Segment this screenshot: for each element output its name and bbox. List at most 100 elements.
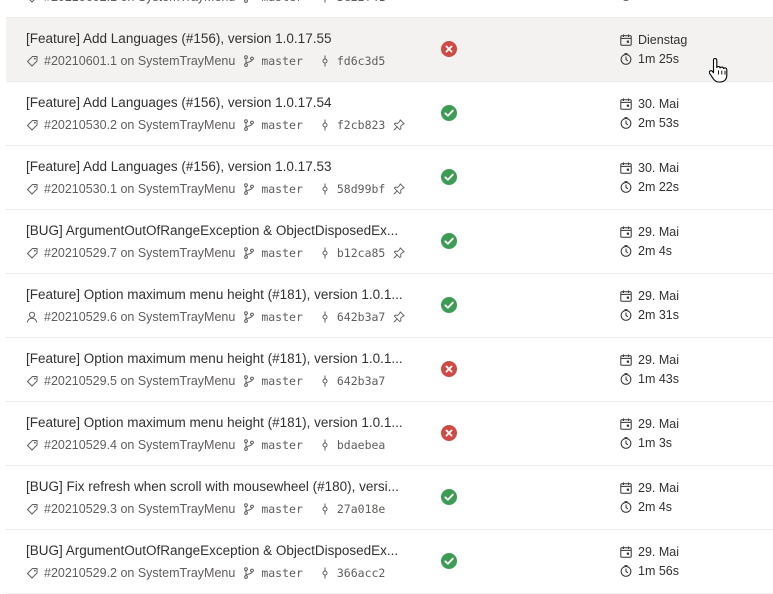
branch-name: master xyxy=(261,182,303,196)
branch-icon xyxy=(243,567,255,579)
date-text: 29. Mai xyxy=(638,481,679,495)
pipeline-run-row[interactable]: [BUG] ArgumentOutOfRangeException & Obje… xyxy=(6,530,773,594)
success-icon xyxy=(441,489,457,505)
run-duration: 1m 3s xyxy=(620,436,672,450)
success-icon xyxy=(441,233,457,249)
pipeline-run-row[interactable]: [BUG] ArgumentOutOfRangeException & Obje… xyxy=(6,210,773,274)
commit-hash: 27a018e xyxy=(337,502,385,516)
calendar-icon xyxy=(620,290,632,302)
pipeline-run-row[interactable]: [Feature] Add Languages (#156), version … xyxy=(6,82,773,146)
commit-group: 366acc2 xyxy=(319,566,385,580)
branch-icon xyxy=(243,183,255,195)
failure-icon xyxy=(441,41,457,57)
commit-hash: 58d99bf xyxy=(337,182,385,196)
date-text: 29. Mai xyxy=(638,225,679,239)
run-duration: 1m 56s xyxy=(620,564,679,578)
run-title[interactable]: [Feature] Add Languages (#156), version … xyxy=(26,31,426,46)
run-duration: 1m 30s xyxy=(620,0,679,2)
pin-icon[interactable] xyxy=(393,311,405,323)
run-title[interactable]: [Feature] Add Languages (#156), version … xyxy=(26,159,426,174)
run-date: Dienstag xyxy=(620,33,687,47)
hand-pointer-icon xyxy=(709,57,729,83)
date-text: 29. Mai xyxy=(638,353,679,367)
pipeline-run-row[interactable]: [Feature] Option maximum menu height (#1… xyxy=(6,402,773,466)
person-icon xyxy=(26,311,38,323)
run-title[interactable]: [Feature] Option maximum menu height (#1… xyxy=(26,351,426,366)
run-id-group: #20210529.4 on SystemTrayMenu xyxy=(26,438,243,452)
run-title[interactable]: [Feature] Option maximum menu height (#1… xyxy=(26,287,426,302)
pipeline-run-row[interactable]: [Feature] Add Languages (#156), version … xyxy=(6,146,773,210)
run-meta: #20210601.1 on SystemTrayMenumasterfd6c3… xyxy=(26,54,385,68)
status-failed xyxy=(441,361,457,377)
calendar-icon xyxy=(620,354,632,366)
run-duration: 1m 43s xyxy=(620,372,679,386)
run-duration: 1m 25s xyxy=(620,52,679,66)
branch-name: master xyxy=(261,438,303,452)
commit-group: 642b3a7 xyxy=(319,310,385,324)
commit-icon xyxy=(319,503,331,515)
commit-hash: bdaebea xyxy=(337,438,385,452)
commit-hash: f2cb823 xyxy=(337,118,385,132)
run-meta: #20210529.2 on SystemTrayMenumaster366ac… xyxy=(26,566,385,580)
run-date: 29. Mai xyxy=(620,289,679,303)
status-succeeded xyxy=(441,233,457,249)
branch-group: master xyxy=(243,246,303,260)
run-id-group: #20210602.1 on SystemTrayMenu xyxy=(26,0,243,4)
commit-group: 27a018e xyxy=(319,502,385,516)
run-date: 30. Mai xyxy=(620,161,679,175)
branch-name: master xyxy=(261,118,303,132)
duration-text: 2m 4s xyxy=(638,244,672,258)
pin-icon[interactable] xyxy=(393,247,405,259)
clock-icon xyxy=(620,245,632,257)
run-title[interactable]: [Feature] Option maximum menu height (#1… xyxy=(26,415,426,430)
run-id-group: #20210529.6 on SystemTrayMenu xyxy=(26,310,243,324)
pipeline-run-row[interactable]: [Feature] Add Languages (#156), version … xyxy=(6,0,773,18)
status-succeeded xyxy=(441,489,457,505)
commit-icon xyxy=(319,567,331,579)
commit-hash: b12ca85 xyxy=(337,246,385,260)
date-text: 29. Mai xyxy=(638,289,679,303)
duration-text: 2m 31s xyxy=(638,308,679,322)
status-succeeded xyxy=(441,553,457,569)
pin-icon[interactable] xyxy=(393,183,405,195)
calendar-icon xyxy=(620,98,632,110)
commit-icon xyxy=(319,119,331,131)
duration-text: 1m 3s xyxy=(638,436,672,450)
pipeline-run-row[interactable]: [Feature] Option maximum menu height (#1… xyxy=(6,274,773,338)
duration-text: 1m 56s xyxy=(638,564,679,578)
date-text: 29. Mai xyxy=(638,417,679,431)
tag-icon xyxy=(26,183,38,195)
commit-group: 58d99bf xyxy=(319,182,385,196)
success-icon xyxy=(441,297,457,313)
tag-icon xyxy=(26,375,38,387)
branch-name: master xyxy=(261,0,303,4)
commit-group: 642b3a7 xyxy=(319,374,385,388)
date-text: 30. Mai xyxy=(638,97,679,111)
tag-icon xyxy=(26,119,38,131)
commit-icon xyxy=(319,55,331,67)
calendar-icon xyxy=(620,482,632,494)
pin-icon[interactable] xyxy=(393,119,405,131)
commit-hash: 366acc2 xyxy=(337,566,385,580)
run-id: #20210601.1 on SystemTrayMenu xyxy=(44,54,235,68)
branch-icon xyxy=(243,0,255,3)
run-date: 29. Mai xyxy=(620,417,679,431)
pipeline-runs-list: [Feature] Add Languages (#156), version … xyxy=(6,0,773,594)
pipeline-run-row[interactable]: [Feature] Option maximum menu height (#1… xyxy=(6,338,773,402)
pipeline-run-row[interactable]: [Feature] Add Languages (#156), version … xyxy=(6,18,773,82)
run-date: 29. Mai xyxy=(620,353,679,367)
run-title[interactable]: [BUG] ArgumentOutOfRangeException & Obje… xyxy=(26,223,426,238)
run-title[interactable]: [BUG] ArgumentOutOfRangeException & Obje… xyxy=(26,543,426,558)
run-title[interactable]: [Feature] Add Languages (#156), version … xyxy=(26,95,426,110)
duration-text: 1m 30s xyxy=(638,0,679,2)
run-title[interactable]: [BUG] Fix refresh when scroll with mouse… xyxy=(26,479,426,494)
branch-group: master xyxy=(243,182,303,196)
run-meta: #20210529.4 on SystemTrayMenu master bdaeb… xyxy=(26,438,385,452)
commit-hash: 642b3a7 xyxy=(337,374,385,388)
branch-icon xyxy=(243,311,255,323)
branch-name: master xyxy=(261,246,303,260)
pipeline-run-row[interactable]: [BUG] Fix refresh when scroll with mouse… xyxy=(6,466,773,530)
run-id-group: #20210529.3 on SystemTrayMenu xyxy=(26,502,243,516)
clock-icon xyxy=(620,501,632,513)
commit-hash: 642b3a7 xyxy=(337,310,385,324)
